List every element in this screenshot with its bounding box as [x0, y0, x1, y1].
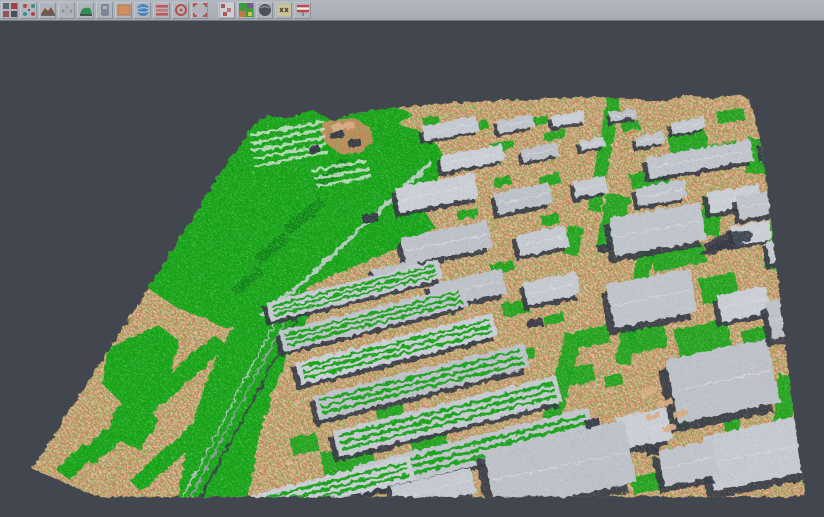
- annotation-tool-icon: [276, 2, 292, 18]
- toolbar-button-region-bounds-tool[interactable]: [191, 2, 208, 19]
- toolbar-button-magic-wand-tool[interactable]: [20, 2, 37, 19]
- toolbar-separator: [210, 2, 216, 19]
- toolbar-button-sphere-view[interactable]: [256, 2, 273, 19]
- target-tool-icon: [173, 2, 189, 18]
- toolbar-button-classification-view[interactable]: [237, 2, 254, 19]
- toolbar-button-target-tool[interactable]: [172, 2, 189, 19]
- building-class-icon: [97, 2, 113, 18]
- toolbar-button-vegetation-class[interactable]: [77, 2, 94, 19]
- toolbar-button-mosaic-tool[interactable]: [1, 2, 18, 19]
- toolbar-button-ground-patch-tool[interactable]: [115, 2, 132, 19]
- region-bounds-tool-icon: [192, 2, 208, 18]
- mosaic-tool-icon: [2, 2, 18, 18]
- toolbar: [0, 0, 824, 21]
- ground-class-icon: [40, 2, 56, 18]
- toolbar-button-globe-tool[interactable]: [134, 2, 151, 19]
- toolbar-button-ground-class[interactable]: [39, 2, 56, 19]
- vegetation-class-icon: [78, 2, 94, 18]
- point-cloud-scene: [0, 21, 824, 517]
- checker-tool-icon: [219, 2, 235, 18]
- magic-wand-tool-icon: [21, 2, 37, 18]
- application-window: [0, 0, 824, 517]
- toolbar-button-flag-tool[interactable]: [294, 2, 311, 19]
- sphere-view-icon: [257, 2, 273, 18]
- classification-view-icon: [238, 2, 254, 18]
- toolbar-button-checker-tool[interactable]: [218, 2, 235, 19]
- flag-tool-icon: [295, 2, 311, 18]
- toolbar-button-layers-tool[interactable]: [153, 2, 170, 19]
- toolbar-button-annotation-tool[interactable]: [275, 2, 292, 19]
- toolbar-button-points-class[interactable]: [58, 2, 75, 19]
- toolbar-button-building-class[interactable]: [96, 2, 113, 19]
- points-class-icon: [59, 2, 75, 18]
- ground-patch-tool-icon: [116, 2, 132, 18]
- layers-tool-icon: [154, 2, 170, 18]
- viewport-3d[interactable]: [0, 21, 824, 517]
- globe-tool-icon: [135, 2, 151, 18]
